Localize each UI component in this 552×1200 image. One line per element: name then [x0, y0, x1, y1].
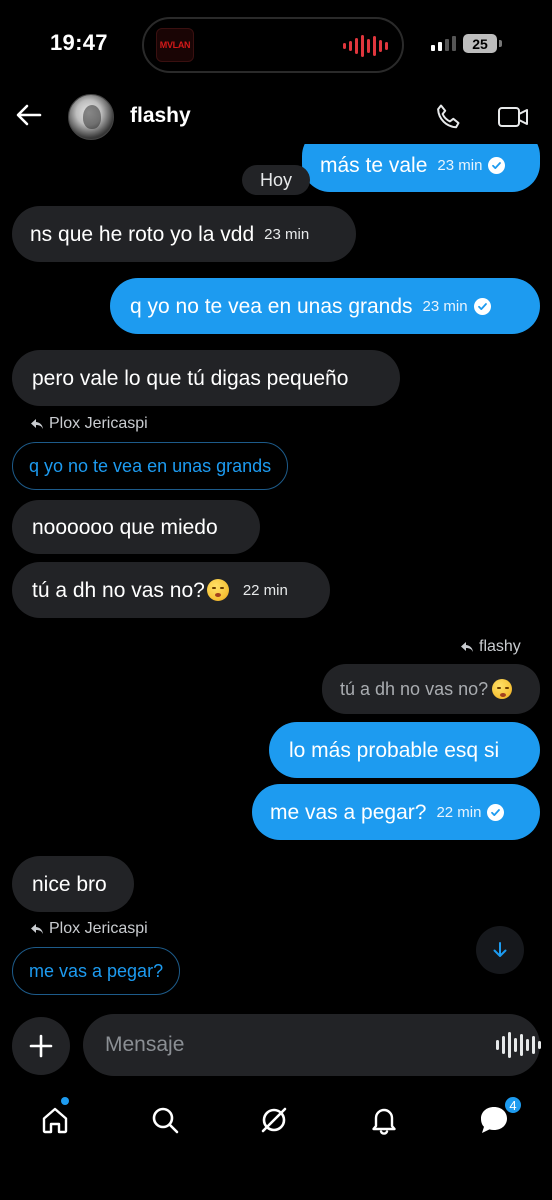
cellular-signal-icon	[431, 36, 456, 51]
day-divider: Hoy	[242, 165, 310, 195]
plus-icon	[29, 1034, 53, 1058]
message-time: 22 min	[436, 803, 482, 821]
quoted-message-text: me vas a pegar?	[29, 960, 164, 981]
message-text: ns que he roto yo la vdd	[30, 222, 255, 246]
message-time: 23 min	[422, 297, 468, 315]
add-attachment-button[interactable]	[12, 1017, 70, 1075]
message-time: 23 min	[437, 156, 483, 174]
read-check-icon	[488, 156, 506, 174]
battery-level: 25	[472, 35, 488, 52]
face-exhaling-emoji-icon	[492, 679, 513, 699]
reply-arrow-icon	[31, 419, 43, 429]
notifications-bell-icon[interactable]	[366, 1102, 402, 1138]
reply-label: flashy	[460, 638, 521, 656]
reply-to-name: Plox Jericaspi	[49, 415, 148, 432]
message-bubble-outgoing[interactable]: lo más probable esq si	[269, 722, 540, 778]
message-text: nice bro	[32, 872, 107, 896]
message-text: q yo no te vea en unas grands	[130, 294, 413, 318]
arrow-down-icon	[493, 942, 507, 957]
message-bubble-outgoing[interactable]: más te vale 23 min	[302, 144, 540, 192]
phone-icon[interactable]	[433, 102, 463, 132]
conversation-header: flashy	[0, 90, 552, 144]
home-icon[interactable]	[37, 1102, 73, 1138]
quoted-message-text: q yo no te vea en unas grands	[29, 455, 272, 476]
status-time: 19:47	[50, 30, 108, 55]
reply-arrow-icon	[31, 924, 43, 934]
read-check-icon	[473, 297, 491, 315]
message-text: tú a dh no vas no?	[32, 578, 205, 602]
status-bar: 19:47 MVLAN 25	[0, 0, 552, 90]
dynamic-island[interactable]: MVLAN	[142, 17, 404, 73]
message-bubble-incoming[interactable]: nice bro	[12, 856, 134, 912]
video-camera-icon[interactable]	[497, 102, 529, 132]
avatar[interactable]	[68, 94, 114, 140]
scroll-to-bottom-button[interactable]	[476, 926, 524, 974]
message-text: pero vale lo que tú digas pequeño	[32, 366, 349, 390]
now-playing-artwork: MVLAN	[156, 28, 194, 62]
message-meta: 23 min	[422, 297, 491, 315]
message-text: más te vale	[320, 153, 428, 177]
message-time: 22 min	[242, 581, 288, 599]
message-meta: 23 min	[437, 156, 506, 174]
now-playing-artwork-text: MVLAN	[159, 40, 191, 50]
quoted-message[interactable]: me vas a pegar?	[12, 947, 181, 995]
search-icon[interactable]	[147, 1102, 183, 1138]
message-meta: 22 min	[243, 583, 288, 598]
message-bubble-incoming[interactable]: ns que he roto yo la vdd 23 min	[12, 206, 356, 262]
reply-label: Plox Jericaspi	[30, 920, 148, 938]
message-bubble-outgoing[interactable]: me vas a pegar? 22 min	[252, 784, 540, 840]
voice-message-icon[interactable]	[496, 1032, 541, 1058]
message-meta: 23 min	[264, 227, 309, 242]
message-bubble-incoming[interactable]: noooooo que miedo	[12, 500, 260, 554]
quoted-message[interactable]: q yo no te vea en unas grands	[12, 442, 289, 490]
message-composer	[0, 1012, 552, 1078]
reply-arrow-icon	[461, 642, 473, 652]
home-notification-dot	[61, 1097, 69, 1105]
read-check-icon	[487, 803, 505, 821]
back-arrow-icon[interactable]	[14, 100, 44, 130]
quoted-message[interactable]: tú a dh no vas no?	[322, 664, 540, 714]
messages-unread-badge: 4	[503, 1095, 523, 1115]
message-text: lo más probable esq si	[289, 738, 500, 762]
grok-icon[interactable]	[256, 1102, 292, 1138]
reply-to-name: Plox Jericaspi	[49, 920, 148, 937]
face-exhaling-emoji-icon	[206, 579, 229, 601]
reply-label: Plox Jericaspi	[30, 415, 148, 433]
message-meta: 22 min	[436, 803, 505, 821]
message-bubble-incoming[interactable]: pero vale lo que tú digas pequeño	[12, 350, 400, 406]
message-time: 23 min	[264, 225, 310, 243]
audio-waveform-icon	[343, 35, 388, 57]
bottom-navigation: 4	[0, 1088, 552, 1152]
message-input[interactable]	[105, 1014, 485, 1076]
battery-icon: 25	[463, 34, 497, 53]
message-text: me vas a pegar?	[270, 800, 427, 824]
message-input-container	[83, 1014, 541, 1076]
message-bubble-outgoing[interactable]: q yo no te vea en unas grands 23 min	[110, 278, 540, 334]
message-list[interactable]: más te vale 23 min Hoy ns que he roto yo…	[0, 144, 552, 1000]
battery-tip	[499, 40, 502, 47]
contact-name[interactable]: flashy	[130, 104, 191, 128]
message-bubble-incoming[interactable]: tú a dh no vas no? 22 min	[12, 562, 330, 618]
quoted-message-text: tú a dh no vas no?	[340, 678, 489, 699]
reply-to-name: flashy	[479, 638, 521, 655]
message-text: noooooo que miedo	[32, 515, 218, 539]
